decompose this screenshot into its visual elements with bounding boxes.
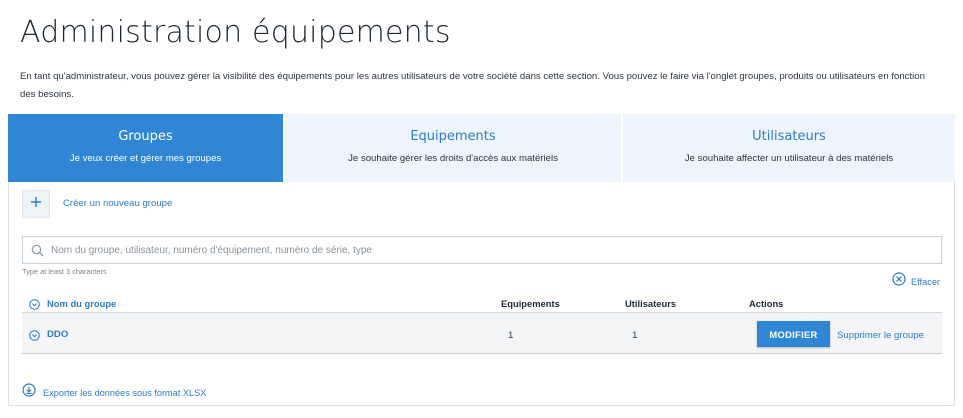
tab-subtitle: Je veux créer et gérer mes groupes xyxy=(69,153,222,164)
close-circle-icon xyxy=(892,272,906,291)
tab-bar: Groupes Je veux créer et gérer mes group… xyxy=(8,114,955,182)
tab-equipements[interactable]: Equipements Je souhaite gérer les droits… xyxy=(283,114,621,182)
table-row: DDO 1 1 MODIFIER Supprimer le groupe xyxy=(22,312,942,354)
group-name[interactable]: DDO xyxy=(47,329,68,340)
clear-label: Effacer xyxy=(911,276,940,287)
search-input[interactable] xyxy=(51,238,941,262)
delete-group-link[interactable]: Supprimer le groupe xyxy=(837,330,924,341)
page-title: Administration équipements xyxy=(20,15,451,50)
page-intro: En tant qu'administrateur, vous pouvez g… xyxy=(20,71,925,100)
group-equipment-count: 1 xyxy=(508,330,514,341)
tab-subtitle: Je souhaite affecter un utilisateur à de… xyxy=(684,153,894,164)
column-header-name[interactable]: Nom du groupe xyxy=(47,298,116,309)
group-user-count: 1 xyxy=(632,330,638,341)
table-header: Nom du groupe Equipements Utilisateurs A… xyxy=(22,294,942,312)
add-group-button[interactable] xyxy=(22,190,50,218)
search-icon xyxy=(23,237,51,263)
column-header-equipments: Equipements xyxy=(501,298,560,309)
tab-groupes[interactable]: Groupes Je veux créer et gérer mes group… xyxy=(8,114,283,182)
tab-utilisateurs[interactable]: Utilisateurs Je souhaite affecter un uti… xyxy=(621,114,955,182)
plus-icon xyxy=(30,195,42,213)
download-circle-icon xyxy=(22,383,36,402)
column-header-users: Utilisateurs xyxy=(625,298,677,309)
column-header-actions: Actions xyxy=(749,298,784,309)
export-label: Exporter les données sous format XLSX xyxy=(43,387,207,398)
tab-title: Utilisateurs xyxy=(752,129,826,144)
tab-subtitle: Je souhaite gérer les droits d'accès aux… xyxy=(348,153,558,164)
export-xlsx-button[interactable]: Exporter les données sous format XLSX xyxy=(22,383,206,402)
clear-button[interactable]: Effacer xyxy=(892,272,940,291)
add-group-link[interactable]: Créer un nouveau groupe xyxy=(63,198,172,209)
chevron-down-circle-icon[interactable] xyxy=(29,328,40,346)
tab-title: Equipements xyxy=(410,129,496,144)
search-hint: Type at least 3 characters xyxy=(22,267,107,276)
tab-title: Groupes xyxy=(118,129,173,144)
modify-group-button[interactable]: MODIFIER xyxy=(757,321,830,347)
groups-panel: Créer un nouveau groupe Type at least 3 … xyxy=(8,182,955,406)
search-box xyxy=(22,236,942,264)
